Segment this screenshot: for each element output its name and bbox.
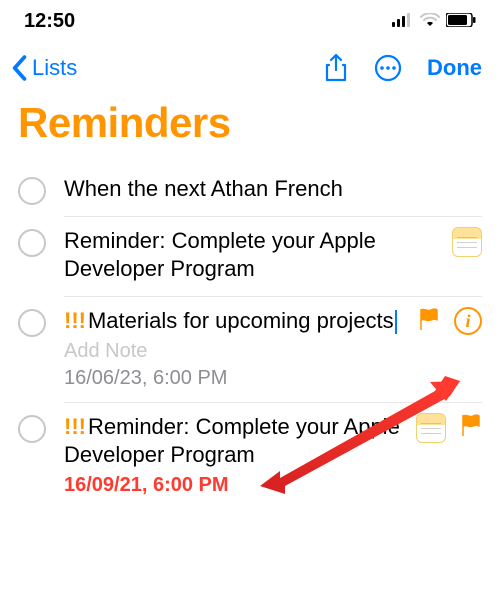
add-note-placeholder[interactable]: Add Note — [64, 340, 482, 363]
text-cursor — [395, 310, 397, 334]
nav-bar: Lists Done — [0, 39, 500, 95]
flag-icon[interactable] — [460, 413, 482, 442]
done-button[interactable]: Done — [427, 55, 482, 81]
back-label: Lists — [32, 55, 77, 81]
status-bar: 12:50 — [0, 0, 500, 39]
flag-icon[interactable] — [418, 307, 440, 336]
complete-radio[interactable] — [18, 177, 46, 205]
cellular-icon — [392, 10, 414, 33]
share-icon — [323, 53, 349, 83]
status-indicators — [392, 10, 476, 33]
ellipsis-circle-icon — [373, 53, 403, 83]
notes-attachment-icon[interactable] — [416, 413, 446, 443]
complete-radio[interactable] — [18, 415, 46, 443]
reminder-title-text[interactable]: Materials for upcoming projects — [88, 308, 394, 333]
reminder-title[interactable]: !!!Materials for upcoming projects — [64, 307, 404, 336]
chevron-left-icon — [10, 55, 28, 81]
info-button[interactable]: i — [454, 307, 482, 335]
complete-radio[interactable] — [18, 309, 46, 337]
status-time: 12:50 — [24, 10, 75, 33]
reminder-item[interactable]: !!!Materials for upcoming projects i Add… — [0, 297, 500, 403]
reminder-date[interactable]: 16/06/23, 6:00 PM — [64, 367, 482, 390]
page-title: Reminders — [0, 95, 500, 165]
share-button[interactable] — [323, 53, 349, 83]
reminder-title-text[interactable]: Reminder: Complete your Apple Developer … — [64, 414, 400, 468]
notes-attachment-icon[interactable] — [452, 227, 482, 257]
reminder-item[interactable]: Reminder: Complete your Apple Developer … — [0, 217, 500, 297]
back-button[interactable]: Lists — [10, 55, 77, 81]
reminder-title[interactable]: Reminder: Complete your Apple Developer … — [64, 227, 438, 284]
wifi-icon — [420, 10, 440, 33]
battery-icon — [446, 10, 476, 33]
reminder-date[interactable]: 16/09/21, 6:00 PM — [64, 474, 482, 497]
more-button[interactable] — [373, 53, 403, 83]
reminder-title[interactable]: !!!Reminder: Complete your Apple Develop… — [64, 413, 402, 470]
priority-indicator: !!! — [64, 414, 86, 439]
priority-indicator: !!! — [64, 308, 86, 333]
complete-radio[interactable] — [18, 229, 46, 257]
reminder-item[interactable]: !!!Reminder: Complete your Apple Develop… — [0, 403, 500, 509]
reminder-item[interactable]: When the next Athan French — [0, 165, 500, 217]
reminders-list: When the next Athan French Reminder: Com… — [0, 165, 500, 509]
reminder-title[interactable]: When the next Athan French — [64, 175, 482, 204]
